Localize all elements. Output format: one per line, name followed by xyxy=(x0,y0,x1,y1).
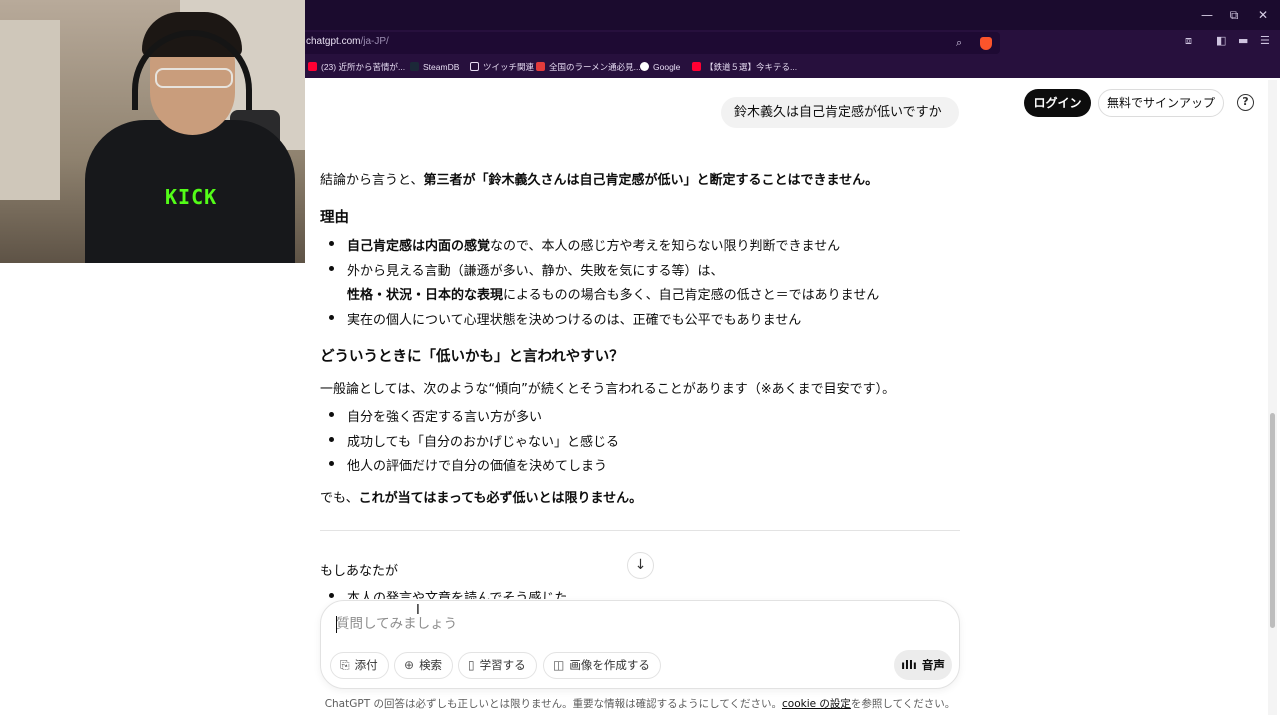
reason-heading: 理由 xyxy=(320,210,349,226)
login-button[interactable]: ログイン xyxy=(1024,89,1091,117)
list-item: 実在の個人について心理状態を決めつけるのは、正確でも公平でもありません xyxy=(347,313,802,328)
divider xyxy=(320,530,960,531)
text-cursor-icon: I xyxy=(416,603,420,618)
url-path: /ja-JP/ xyxy=(360,36,389,47)
disclaimer: ChatGPT の回答は必ずしも正しいとは限りません。重要な情報は確認するように… xyxy=(324,698,956,710)
bookmark-item[interactable]: Google xyxy=(640,60,680,74)
search-button[interactable]: ⊕ 検索 xyxy=(394,652,454,679)
list-item: 他人の評価だけで自分の価値を決めてしまう xyxy=(347,459,608,474)
globe-icon: ⊕ xyxy=(404,658,415,672)
list-item-continuation: 性格・状況・日本的な表現によるものの場合も多く、自己肯定感の低さと＝ではありませ… xyxy=(347,288,880,303)
book-icon: ▯ xyxy=(468,658,475,672)
arrow-down-icon: ↓ xyxy=(634,557,647,573)
bullet xyxy=(329,241,334,246)
scrollbar-thumb[interactable] xyxy=(1270,413,1275,628)
create-image-button[interactable]: ◫ 画像を作成する xyxy=(543,652,661,679)
bullet xyxy=(329,315,334,320)
waveform-icon: ıllı xyxy=(901,658,917,672)
bookmarks-bar: (23) 近所から苦情が... SteamDB ツイッチ関連 全国のラーメン通必… xyxy=(300,56,1280,78)
webcam-overlay: KICK xyxy=(0,0,305,263)
list-item: 自分を強く否定する言い方が多い xyxy=(347,410,543,425)
scroll-down-button[interactable]: ↓ xyxy=(627,552,654,579)
folder-icon xyxy=(470,62,479,71)
bullet xyxy=(329,412,334,417)
however-text: でも、これが当てはまっても必ず低いとは限りません。 xyxy=(320,491,643,506)
signup-button[interactable]: 無料でサインアップ xyxy=(1098,89,1224,117)
cookie-settings-link[interactable]: cookie の設定 xyxy=(782,698,851,710)
url-host: chatgpt.com xyxy=(306,36,361,47)
text-caret xyxy=(336,616,337,633)
youtube-icon xyxy=(692,62,701,71)
zoom-icon[interactable]: ⌕ xyxy=(956,36,962,50)
bookmark-item[interactable]: 全国のラーメン通必見... xyxy=(536,60,641,74)
close-window-button[interactable]: ✕ xyxy=(1252,6,1274,24)
user-message: 鈴木義久は自己肯定感が低いですか xyxy=(721,97,959,128)
image-icon: ◫ xyxy=(553,658,565,672)
list-item-partial: 本人の発言や文章を読んでそう感じた xyxy=(347,591,568,599)
youtube-icon xyxy=(308,62,317,71)
bookmark-item[interactable]: (23) 近所から苦情が... xyxy=(308,60,405,74)
bookmark-favicon-icon xyxy=(536,62,545,71)
sidebar-toggle-icon[interactable]: ◧ xyxy=(1216,34,1226,47)
list-item: 成功しても「自分のおかげじゃない」と感じる xyxy=(347,435,619,450)
bullet xyxy=(329,461,334,466)
list-item: 自己肯定感は内面の感覚なので、本人の感じ方や考えを知らない限り判断できません xyxy=(347,239,841,254)
bookmark-item[interactable]: ツイッチ関連 xyxy=(470,60,534,74)
url-field[interactable]: chatgpt.com/ja-JP/ ⌕ xyxy=(300,32,1000,54)
bullet xyxy=(329,593,334,598)
minimize-button[interactable]: — xyxy=(1196,6,1218,24)
brave-shield-icon[interactable] xyxy=(980,37,992,50)
conclusion-text: 結論から言うと、第三者が「鈴木義久さんは自己肯定感が低い」と断定することはできま… xyxy=(320,173,879,188)
attach-button[interactable]: ⎘ 添付 xyxy=(330,652,389,679)
door xyxy=(0,20,60,200)
bookmark-item[interactable]: SteamDB xyxy=(410,60,459,74)
study-button[interactable]: ▯ 学習する xyxy=(458,652,537,679)
general-intro: 一般論としては、次のような“傾向”が続くとそう言われることがあります（※あくまで… xyxy=(320,382,896,397)
list-item: 外から見える言動（謙遜が多い、静か、失敗を気にする等）は、 xyxy=(347,264,724,279)
bullet xyxy=(329,266,334,271)
paperclip-icon: ⎘ xyxy=(340,658,350,672)
restore-button[interactable]: ⧉ xyxy=(1223,6,1245,24)
bullet xyxy=(329,437,334,442)
screenshot-icon[interactable]: ⧈ xyxy=(1185,34,1192,48)
help-icon[interactable]: ? xyxy=(1237,94,1254,111)
bookmark-item[interactable]: 【鉄道５選】今キテる... xyxy=(692,60,797,74)
voice-button[interactable]: ıllı 音声 xyxy=(894,650,952,680)
if-you-text: もしあなたが xyxy=(320,564,399,579)
menu-icon[interactable]: ☰ xyxy=(1260,34,1270,47)
url-text: chatgpt.com/ja-JP/ xyxy=(306,36,389,47)
steam-icon xyxy=(410,62,419,71)
address-bar: chatgpt.com/ja-JP/ ⌕ ⧈ ◧ ▬ ☰ xyxy=(300,30,1280,56)
wallet-icon[interactable]: ▬ xyxy=(1238,34,1248,47)
when-heading: どういうときに「低いかも」と言われやすい？ xyxy=(320,349,624,365)
kick-logo: KICK xyxy=(165,185,218,209)
google-icon xyxy=(640,62,649,71)
